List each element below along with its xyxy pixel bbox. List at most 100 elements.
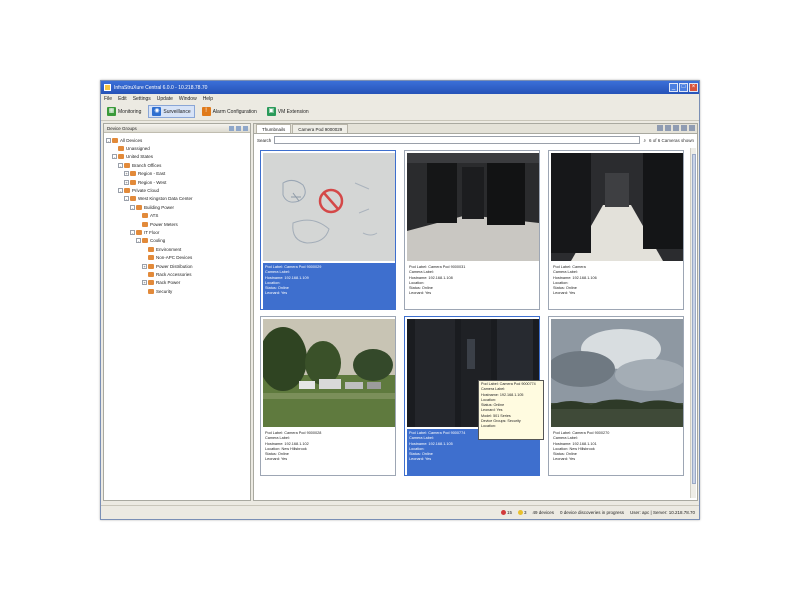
maximize-button[interactable]: □ <box>679 83 688 92</box>
minimize-panel-icon[interactable] <box>243 125 248 131</box>
maximize-panel-icon[interactable] <box>689 125 695 131</box>
tree-node[interactable]: - Building Power <box>106 203 248 211</box>
expand-icon[interactable]: + <box>124 179 129 185</box>
layout-icon[interactable] <box>665 125 671 131</box>
tooltip-line: Location: <box>481 424 496 429</box>
tree-node[interactable]: - IT Floor <box>106 228 248 236</box>
camera-tile[interactable]: Pod Label: Camera Pod 9000774 Camera Labe… <box>404 316 544 476</box>
collapse-icon[interactable]: - <box>136 238 141 244</box>
filter-icon[interactable]: ⌕ <box>643 138 646 143</box>
folder-icon <box>148 246 154 252</box>
folder-icon <box>136 229 142 235</box>
monitoring-icon: ▦ <box>107 107 116 116</box>
add-group-icon[interactable] <box>236 125 241 131</box>
tree-node[interactable]: - West Kingston Data Center <box>106 195 248 203</box>
tree-node[interactable]: Environment <box>106 245 248 253</box>
collapse-icon[interactable]: - <box>118 188 123 194</box>
vertical-scrollbar[interactable] <box>690 148 696 498</box>
tree-node[interactable]: Unassigned <box>106 144 248 152</box>
tree-node-label: Power Distribution <box>156 263 193 269</box>
expand-icon[interactable]: + <box>142 263 147 269</box>
camera-snapshot <box>551 319 683 427</box>
menu-edit[interactable]: Edit <box>118 96 127 102</box>
window-title: InfraStruXure Central 6.0.0 - 10.218.78.… <box>114 84 208 91</box>
tree-node[interactable]: - Cooling <box>106 237 248 245</box>
folder-icon <box>136 204 142 210</box>
tree-node-label: Unassigned <box>126 146 150 152</box>
camera-info-line: Leonard: Yes <box>553 291 576 296</box>
tree-node[interactable]: - Branch Offices <box>106 161 248 169</box>
warning-alarm-icon <box>517 510 523 516</box>
tree-node[interactable]: Power Meters <box>106 220 248 228</box>
camera-tile[interactable]: Pod Label: Camera Camera Label: Hostname: … <box>548 150 684 310</box>
perspective-label: Alarm Configuration <box>212 108 257 115</box>
menu-window[interactable]: Window <box>179 96 197 102</box>
menu-settings[interactable]: Settings <box>133 96 151 102</box>
camera-info-line: Leonard: Yes <box>553 457 576 462</box>
collapse-icon[interactable]: - <box>130 229 135 235</box>
perspective-vm-extension[interactable]: ▣ VM Extension <box>264 105 312 118</box>
close-button[interactable]: × <box>689 83 698 92</box>
expand-icon[interactable]: + <box>142 280 147 286</box>
collapse-icon[interactable]: - <box>130 204 135 210</box>
collapse-icon[interactable]: - <box>118 162 123 168</box>
camera-tooltip: Pod Label: Camera Pod 9000774 Camera Labe… <box>478 380 544 440</box>
folder-icon <box>142 213 148 219</box>
tree-node-label: Non-APC Devices <box>156 255 193 261</box>
view-menu-icon[interactable] <box>657 125 663 131</box>
menu-help[interactable]: Help <box>203 96 213 102</box>
expand-icon[interactable]: + <box>124 171 129 177</box>
tree-node[interactable]: + Rack Power <box>106 279 248 287</box>
server-info: User: apc | Server: 10.218.78.70 <box>630 510 695 515</box>
warning-alarm-count[interactable]: 3 <box>517 510 526 516</box>
folder-icon <box>130 179 136 185</box>
title-bar: InfraStruXure Central 6.0.0 - 10.218.78.… <box>101 81 699 94</box>
menu-update[interactable]: Update <box>157 96 173 102</box>
critical-alarm-icon <box>500 510 506 516</box>
folder-icon <box>124 188 130 194</box>
scrollbar-thumb[interactable] <box>692 154 696 484</box>
camera-tile[interactable]: Pod Label: Camera Pod 9000028 Camera Labe… <box>260 316 396 476</box>
folder-icon <box>148 255 154 261</box>
critical-alarm-count[interactable]: 15 <box>500 510 512 516</box>
menu-file[interactable]: File <box>104 96 112 102</box>
search-input[interactable] <box>274 136 641 144</box>
tree-node[interactable]: Rack Accessories <box>106 270 248 278</box>
camera-tile[interactable]: Pod Label: Camera Pod 9000270 Camera Labe… <box>548 316 684 476</box>
tree-node[interactable]: Non-APC Devices <box>106 253 248 261</box>
tree-node[interactable]: + Power Distribution <box>106 262 248 270</box>
camera-info-line: Leonard: Yes <box>409 457 432 462</box>
device-group-tree: - All Devices Unassigned - United States - Bra… <box>104 133 250 298</box>
tree-node[interactable]: + Region - West <box>106 178 248 186</box>
tree-node[interactable]: - Private Cloud <box>106 186 248 194</box>
tree-node[interactable]: - United States <box>106 153 248 161</box>
tree-node[interactable]: Security <box>106 287 248 295</box>
perspective-label: Surveillance <box>163 108 191 115</box>
collapse-icon[interactable]: - <box>124 196 129 202</box>
tree-node[interactable]: + Region - East <box>106 170 248 178</box>
collapse-icon[interactable]: - <box>106 137 111 143</box>
grid-icon[interactable] <box>673 125 679 131</box>
tree-node-label: West Kingston Data Center <box>138 196 193 202</box>
minimize-button[interactable]: _ <box>669 83 678 92</box>
perspective-alarm-configuration[interactable]: ! Alarm Configuration <box>199 105 260 118</box>
tree-node[interactable]: ATS <box>106 212 248 220</box>
collapse-icon[interactable] <box>229 125 234 131</box>
tree-node[interactable]: - All Devices <box>106 136 248 144</box>
folder-icon <box>124 162 130 168</box>
camera-tile[interactable]: Pod Label: Camera Pod 9000029 Camera Labe… <box>260 150 396 310</box>
settings-icon[interactable] <box>681 125 687 131</box>
camera-tile[interactable]: Pod Label: Camera Pod 9000031 Camera Labe… <box>404 150 540 310</box>
tab-thumbnails[interactable]: Thumbnails <box>256 124 292 133</box>
perspective-surveillance[interactable]: ◉ Surveillance <box>148 105 195 118</box>
collapse-icon[interactable]: - <box>112 154 117 160</box>
camera-info: Pod Label: Camera Pod 9000270 Camera Labe… <box>551 429 683 475</box>
camera-info-line: Leonard: Yes <box>409 291 432 296</box>
folder-icon <box>142 221 148 227</box>
camera-info: Pod Label: Camera Camera Label: Hostname: … <box>551 263 683 309</box>
perspective-monitoring[interactable]: ▦ Monitoring <box>104 105 144 118</box>
menu-bar: File Edit Settings Update Window Help <box>101 94 699 103</box>
tab-camera-pod[interactable]: Camera Pod 9000029 <box>292 124 349 133</box>
